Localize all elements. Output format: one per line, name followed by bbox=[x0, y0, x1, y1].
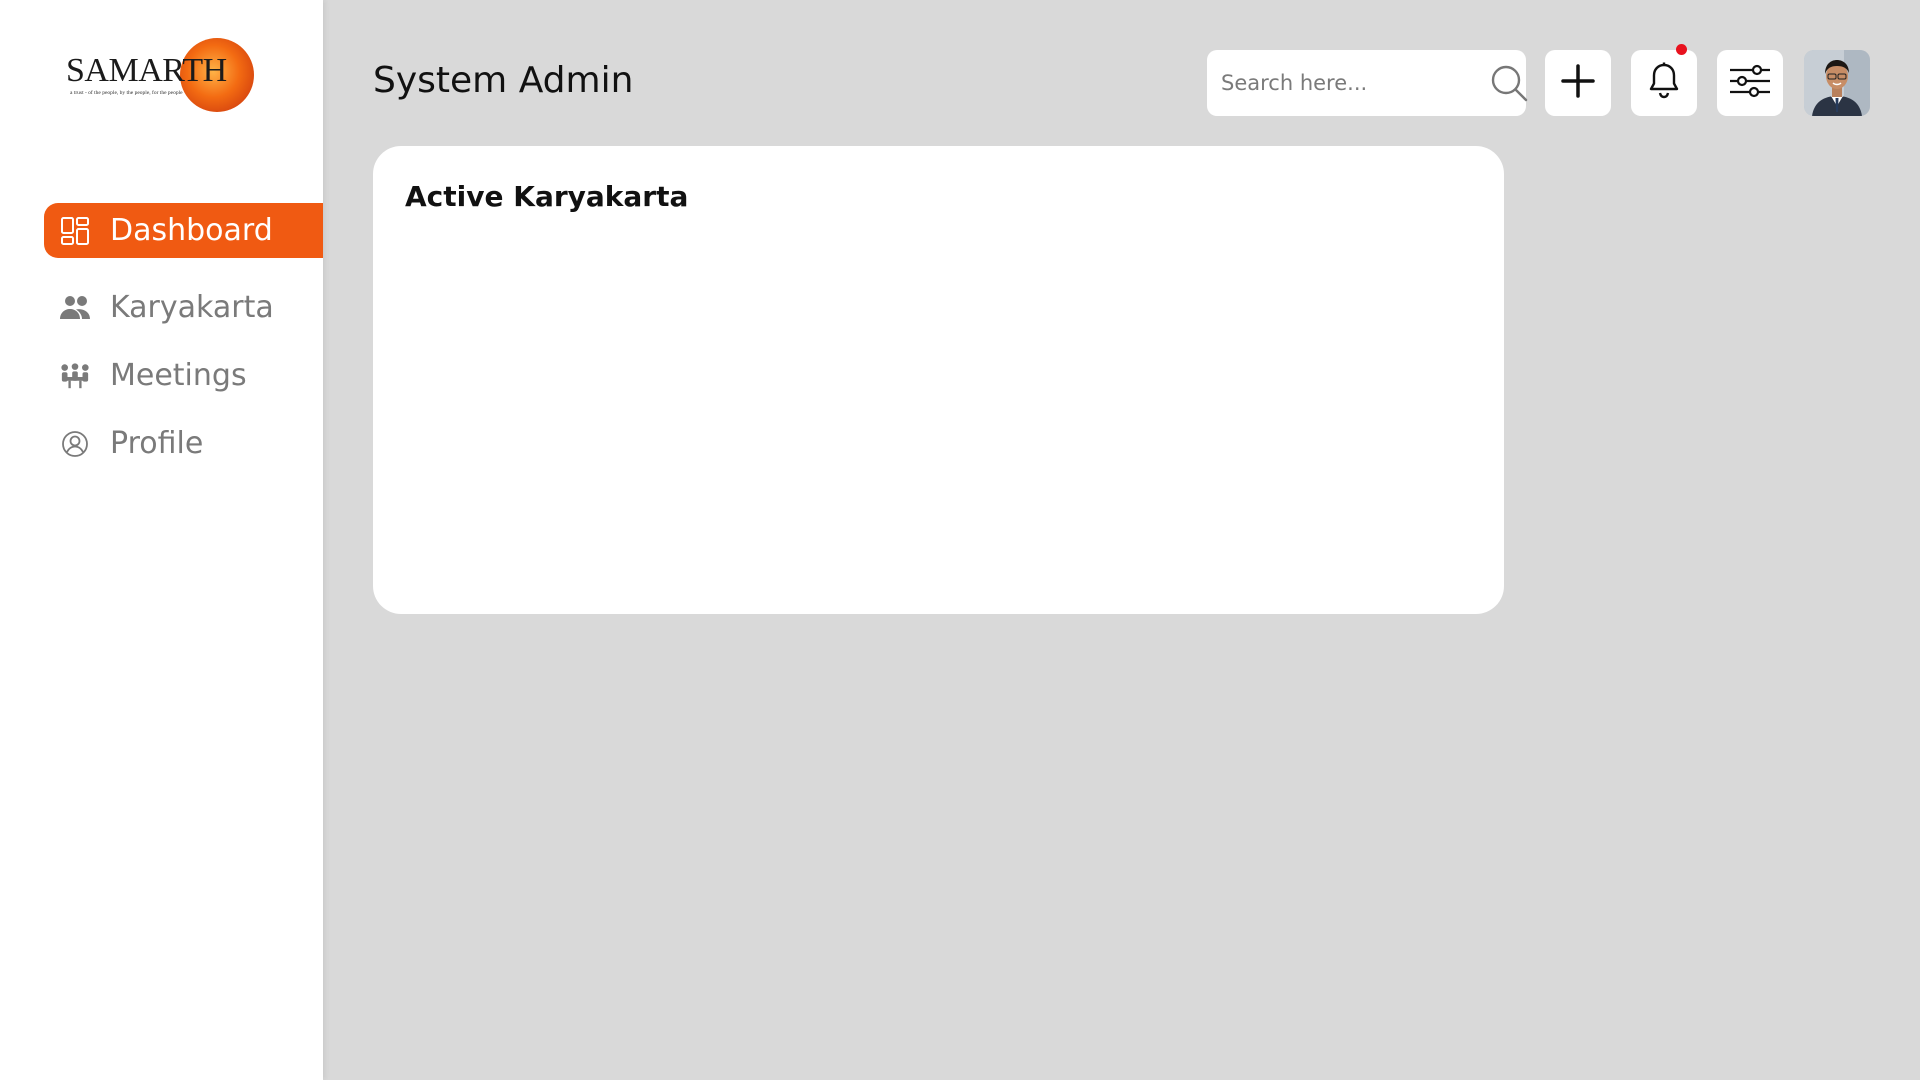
add-button[interactable] bbox=[1545, 50, 1611, 116]
search-icon[interactable] bbox=[1489, 63, 1529, 103]
search-input[interactable] bbox=[1221, 71, 1489, 95]
sidebar-item-dashboard[interactable]: Dashboard bbox=[44, 203, 323, 258]
plus-icon bbox=[1561, 64, 1595, 102]
sliders-icon bbox=[1728, 64, 1772, 102]
card-title: Active Karyakarta bbox=[405, 180, 689, 213]
sidebar-item-label: Profile bbox=[110, 426, 204, 461]
settings-button[interactable] bbox=[1717, 50, 1783, 116]
avatar-photo bbox=[1804, 50, 1870, 116]
users-icon bbox=[60, 293, 90, 323]
meeting-icon bbox=[60, 361, 90, 391]
dashboard-icon bbox=[60, 216, 90, 246]
notifications-button[interactable] bbox=[1631, 50, 1697, 116]
samarth-logo[interactable]: SAMARTH a trust - of the people, by the … bbox=[66, 38, 256, 118]
user-avatar[interactable] bbox=[1804, 50, 1870, 116]
sidebar: SAMARTH a trust - of the people, by the … bbox=[0, 0, 323, 1080]
sidebar-item-label: Dashboard bbox=[110, 213, 273, 248]
page-title: System Admin bbox=[373, 60, 634, 101]
logo-tagline: a trust - of the people, by the people, … bbox=[70, 90, 183, 96]
sidebar-item-profile[interactable]: Profile bbox=[44, 416, 323, 471]
sidebar-item-label: Karyakarta bbox=[110, 290, 274, 325]
sidebar-nav: Dashboard Karyakarta Meetings Profile bbox=[44, 203, 323, 471]
notification-badge bbox=[1676, 44, 1687, 55]
sidebar-item-karyakarta[interactable]: Karyakarta bbox=[44, 280, 323, 335]
logo-text: SAMARTH bbox=[66, 52, 227, 89]
search-box[interactable] bbox=[1207, 50, 1529, 116]
bell-icon bbox=[1648, 62, 1680, 104]
sidebar-item-label: Meetings bbox=[110, 358, 247, 393]
sidebar-item-meetings[interactable]: Meetings bbox=[44, 348, 323, 403]
profile-icon bbox=[60, 429, 90, 459]
active-karyakarta-card: Active Karyakarta bbox=[373, 146, 1504, 614]
